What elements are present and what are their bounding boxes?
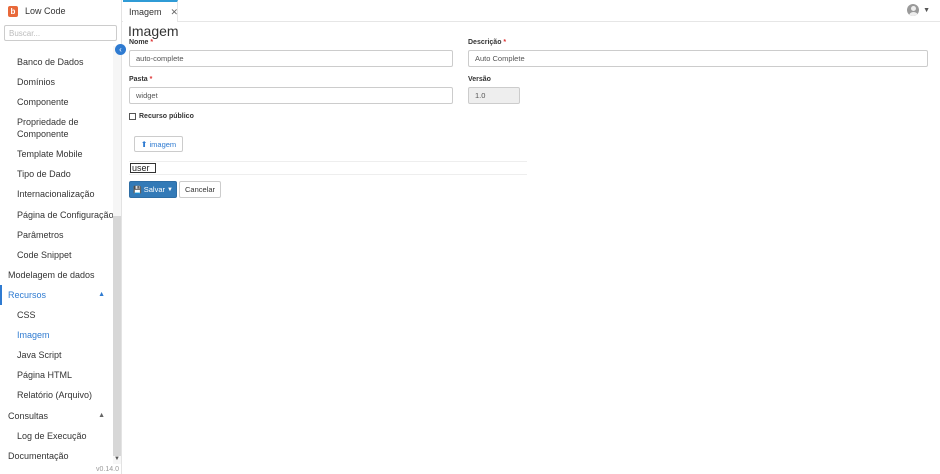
required-mark: *: [150, 39, 154, 46]
upload-image-button[interactable]: ⬆ imagem: [134, 136, 183, 152]
recurso-publico-row[interactable]: Recurso público: [129, 113, 194, 120]
image-preview: user: [130, 163, 156, 173]
sidebar-item-log-de-execucao[interactable]: Log de Execução: [0, 426, 112, 446]
sidebar-group-consultas[interactable]: Consultas ▲: [0, 406, 112, 426]
save-button-label: Salvar: [143, 185, 166, 194]
descricao-label: Descrição *: [468, 39, 506, 46]
pasta-label: Pasta *: [129, 76, 152, 83]
save-button[interactable]: 💾 Salvar ▼: [129, 181, 177, 198]
page-title: Imagem: [128, 23, 179, 39]
sidebar-item-propriedade-de-componente[interactable]: Propriedade de Componente: [0, 112, 112, 144]
required-mark: *: [503, 39, 507, 46]
nome-field[interactable]: [129, 50, 453, 67]
sidebar-item-java-script[interactable]: Java Script: [0, 345, 112, 365]
sidebar-nav: Banco de Dados Domínios Componente Propr…: [0, 52, 114, 466]
sidebar-item-label: Consultas: [8, 410, 49, 421]
sidebar: b Low Code Banco de Dados Domínios Compo…: [0, 0, 122, 474]
recurso-publico-label: Recurso público: [139, 113, 194, 120]
sidebar-item-imagem[interactable]: Imagem: [0, 325, 112, 345]
sidebar-item-dominios[interactable]: Domínios: [0, 72, 112, 92]
sidebar-item-label: Propriedade de Componente: [17, 117, 79, 140]
chevron-down-icon: ▼: [167, 186, 173, 193]
top-bar: Imagem ✕ ▼: [122, 0, 940, 22]
brand-logo-icon: b: [8, 5, 18, 17]
sidebar-item-modelagem-de-dados[interactable]: Modelagem de dados: [0, 265, 112, 285]
divider: [129, 161, 527, 162]
descricao-label-text: Descrição: [468, 39, 502, 46]
sidebar-item-template-mobile[interactable]: Template Mobile: [0, 144, 112, 164]
sidebar-item-code-snippet[interactable]: Code Snippet: [0, 245, 112, 265]
sidebar-group-recursos[interactable]: Recursos ▲: [0, 284, 112, 306]
divider: [129, 174, 527, 175]
sidebar-scrollbar-thumb[interactable]: [113, 216, 121, 456]
required-mark: *: [149, 76, 153, 83]
sidebar-item-internacionalizacao[interactable]: Internacionalização: [0, 184, 112, 204]
collapse-sidebar-icon[interactable]: ‹: [115, 44, 126, 55]
sidebar-search-input[interactable]: [4, 25, 117, 41]
app-version: v0.14.0: [96, 466, 119, 473]
upload-icon: ⬆: [140, 139, 148, 149]
versao-field: [468, 87, 520, 104]
versao-label-text: Versão: [468, 76, 491, 83]
brand[interactable]: b Low Code: [0, 0, 122, 22]
scroll-down-icon[interactable]: ▼: [113, 455, 121, 463]
sidebar-item-banco-de-dados[interactable]: Banco de Dados: [0, 52, 112, 72]
pasta-field[interactable]: [129, 87, 453, 104]
chevron-up-icon: ▲: [98, 411, 105, 419]
nome-label-text: Nome: [129, 39, 149, 46]
versao-label: Versão: [468, 76, 491, 83]
tab-imagem[interactable]: Imagem ✕: [123, 0, 178, 22]
sidebar-item-css[interactable]: CSS: [0, 305, 112, 325]
sidebar-item-parametros[interactable]: Parâmetros: [0, 225, 112, 245]
sidebar-item-relatorio-arquivo[interactable]: Relatório (Arquivo): [0, 385, 112, 405]
user-avatar-icon: [907, 4, 920, 16]
sidebar-item-componente[interactable]: Componente: [0, 92, 112, 112]
sidebar-item-pagina-html[interactable]: Página HTML: [0, 365, 112, 385]
upload-button-label: imagem: [149, 139, 177, 149]
nome-label: Nome *: [129, 39, 153, 46]
descricao-field[interactable]: [468, 50, 928, 67]
save-icon: 💾: [133, 186, 142, 194]
tab-label: Imagem: [129, 7, 162, 17]
brand-name: Low Code: [25, 6, 66, 16]
sidebar-item-label: Recursos: [8, 289, 47, 300]
chevron-down-icon: ▼: [923, 6, 930, 14]
sidebar-item-tipo-de-dado[interactable]: Tipo de Dado: [0, 164, 112, 184]
cancel-button[interactable]: Cancelar: [179, 181, 221, 198]
chevron-up-icon: ▲: [98, 290, 105, 298]
close-icon[interactable]: ✕: [171, 7, 179, 18]
pasta-label-text: Pasta: [129, 76, 148, 83]
sidebar-item-pagina-de-configuracao[interactable]: Página de Configuração: [0, 205, 114, 225]
user-menu[interactable]: ▼: [907, 4, 930, 16]
recurso-publico-checkbox[interactable]: [129, 113, 136, 120]
sidebar-item-documentacao[interactable]: Documentação: [0, 446, 112, 466]
